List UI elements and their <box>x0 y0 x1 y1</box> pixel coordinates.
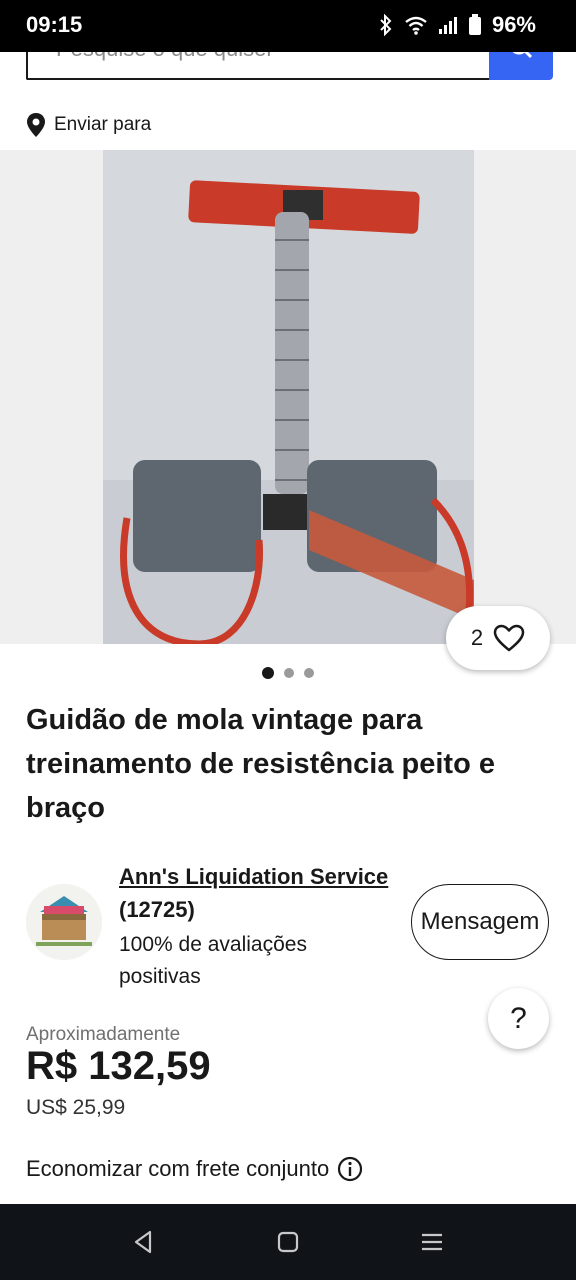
help-button[interactable]: ? <box>488 988 549 1049</box>
combined-shipping-row[interactable]: Economizar com frete conjunto <box>26 1156 363 1182</box>
status-bar: 09:15 96% <box>0 0 576 52</box>
recents-menu-icon[interactable] <box>416 1226 448 1258</box>
pagination-dot[interactable] <box>284 668 294 678</box>
back-icon[interactable] <box>128 1226 160 1258</box>
seller-avatar[interactable] <box>26 884 102 960</box>
product-photo[interactable] <box>103 150 474 644</box>
ship-to-label: Enviar para <box>54 114 152 135</box>
wifi-icon <box>405 16 427 35</box>
ship-to-link[interactable]: Enviar para <box>26 112 151 138</box>
search-bar: Pesquise o que quiser <box>0 52 576 96</box>
product-image <box>103 150 474 644</box>
watch-count: 2 <box>470 625 484 650</box>
seller-logo <box>26 884 102 960</box>
status-time: 09:15 <box>26 12 83 37</box>
system-nav-bar <box>0 1204 576 1280</box>
info-icon[interactable] <box>337 1156 363 1182</box>
seller-name-link[interactable]: Ann's Liquidation Service <box>119 864 388 890</box>
bluetooth-icon <box>380 14 392 36</box>
help-icon: ? <box>510 1001 527 1035</box>
combined-shipping-label: Economizar com frete conjunto <box>26 1156 330 1181</box>
search-input[interactable]: Pesquise o que quiser <box>26 52 492 80</box>
battery-level: 96% <box>491 12 536 37</box>
price-value: R$ 132,59 <box>26 1044 211 1088</box>
search-icon <box>512 52 533 59</box>
search-placeholder: Pesquise o que quiser <box>56 52 274 62</box>
search-button[interactable] <box>489 52 553 80</box>
status-icons: 96% <box>378 12 536 38</box>
image-gallery[interactable] <box>0 150 576 644</box>
signal-icon <box>438 17 457 34</box>
pagination-dot[interactable] <box>304 668 314 678</box>
price-original: US$ 25,99 <box>26 1096 126 1119</box>
pagination-dot[interactable] <box>262 667 274 679</box>
seller-feedback-percent: 100% de avaliações positivas <box>119 933 307 988</box>
gallery-pagination <box>0 667 576 679</box>
heart-icon <box>493 624 525 652</box>
battery-icon <box>468 14 481 35</box>
message-seller-button[interactable]: Mensagem <box>411 884 549 960</box>
home-icon[interactable] <box>272 1226 304 1258</box>
price-approx-label: Aproximadamente <box>26 1024 181 1045</box>
listing-title: Guidão de mola vintage para treinamento … <box>26 704 495 824</box>
seller-feedback-score: (12725) <box>119 897 195 922</box>
location-pin-icon <box>27 113 45 137</box>
watch-button[interactable]: 2 <box>446 606 550 670</box>
